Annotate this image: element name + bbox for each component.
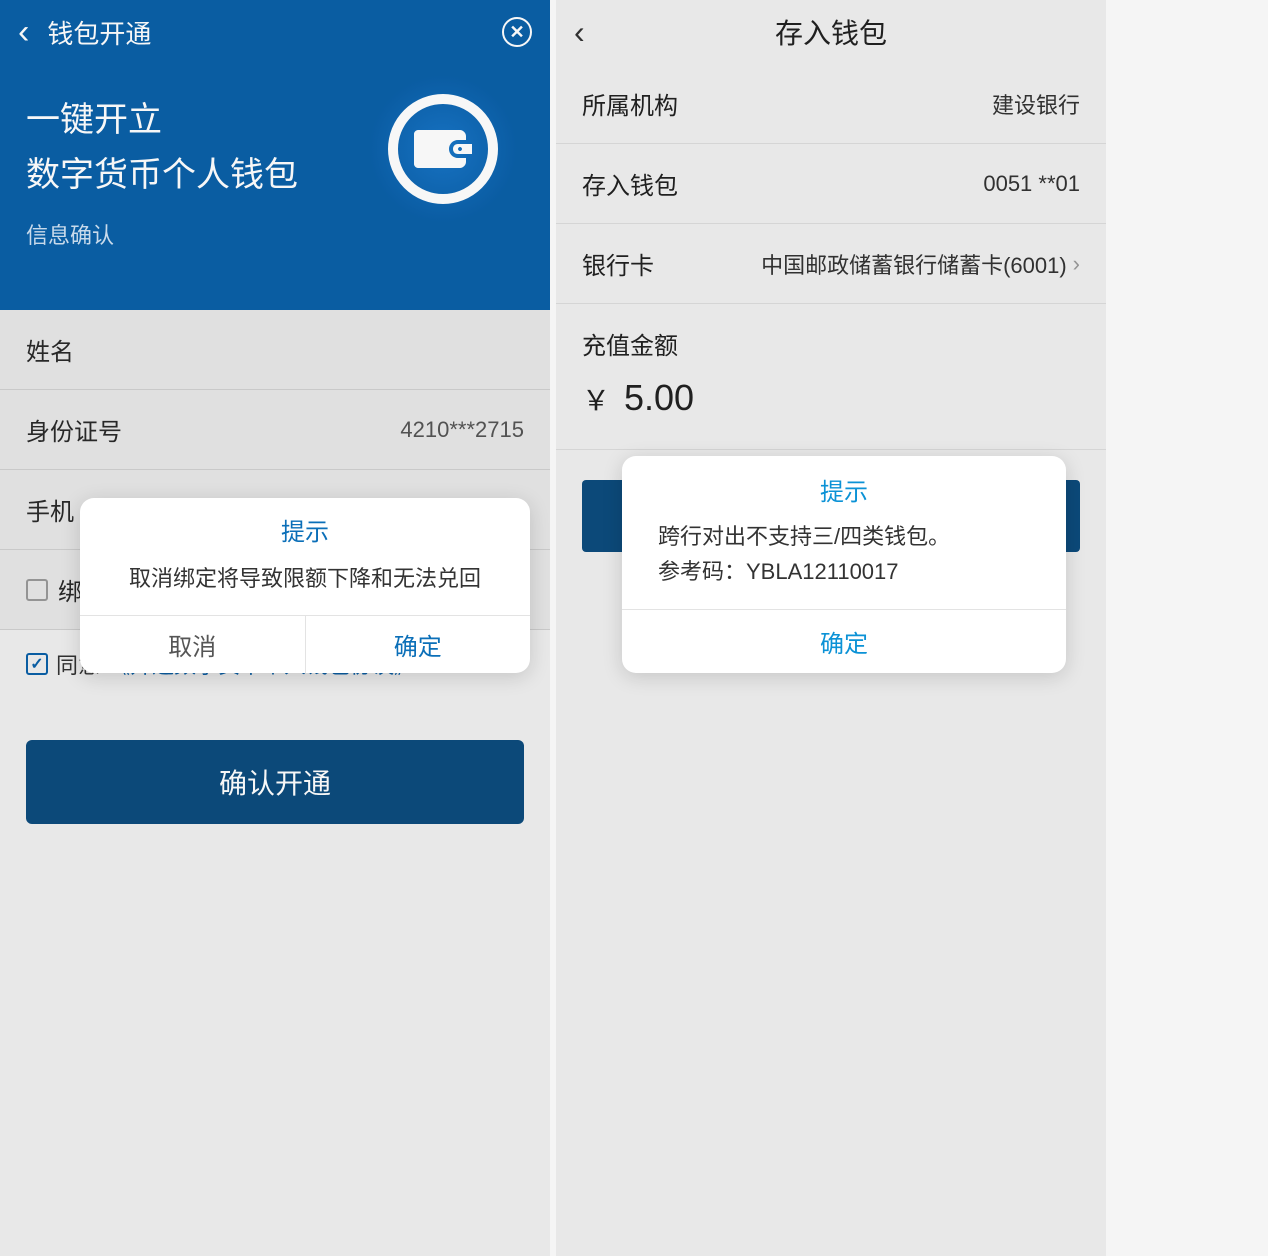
back-icon[interactable]: ‹ bbox=[18, 15, 29, 49]
right-list: 所属机构 建设银行 存入钱包 0051 **01 银行卡 中国邮政储蓄银行储蓄卡… bbox=[556, 64, 1106, 304]
chevron-right-icon: › bbox=[1073, 251, 1080, 277]
right-title: 存入钱包 bbox=[775, 12, 887, 52]
org-label: 所属机构 bbox=[582, 86, 678, 121]
cancel-button-label: 取消 bbox=[168, 627, 216, 662]
bind-card-label-partial: 绑 bbox=[58, 572, 82, 607]
dialog-body: 跨行对出不支持三/四类钱包。 参考码：YBLA12110017 bbox=[622, 515, 1066, 609]
phone-label: 手机 bbox=[26, 492, 74, 527]
back-icon[interactable]: ‹ bbox=[574, 14, 585, 51]
row-bank-card[interactable]: 银行卡 中国邮政储蓄银行储蓄卡(6001) › bbox=[556, 224, 1106, 304]
close-icon[interactable]: ✕ bbox=[502, 17, 532, 47]
id-value: 4210***2715 bbox=[400, 417, 524, 443]
left-dialog: 提示 取消绑定将导致限额下降和无法兑回 取消 确定 bbox=[80, 498, 530, 673]
bank-label: 银行卡 bbox=[582, 246, 654, 281]
hero-banner: 一键开立 数字货币个人钱包 信息确认 bbox=[0, 64, 550, 310]
wallet-icon bbox=[368, 74, 518, 224]
left-screen: ‹ 钱包开通 ✕ 一键开立 数字货币个人钱包 信息确认 姓名 身份证号 4210… bbox=[0, 0, 550, 1256]
id-label: 身份证号 bbox=[26, 412, 122, 447]
agree-checkbox[interactable]: ✓ bbox=[26, 653, 48, 675]
left-title: 钱包开通 bbox=[47, 14, 151, 51]
amount-input[interactable]: ￥ 5.00 bbox=[556, 367, 1106, 450]
bank-value: 中国邮政储蓄银行储蓄卡(6001) bbox=[761, 248, 1067, 280]
bind-card-checkbox[interactable] bbox=[26, 579, 48, 601]
confirm-button-label: 确认开通 bbox=[219, 768, 331, 799]
name-label: 姓名 bbox=[26, 332, 74, 367]
dialog-body-line2: 参考码：YBLA12110017 bbox=[658, 554, 1030, 589]
cancel-button[interactable]: 取消 bbox=[80, 616, 306, 673]
row-deposit-wallet[interactable]: 存入钱包 0051 **01 bbox=[556, 144, 1106, 224]
confirm-open-button[interactable]: 确认开通 bbox=[26, 740, 524, 824]
right-header: ‹ 存入钱包 bbox=[556, 0, 1106, 64]
ok-button-label: 确定 bbox=[394, 627, 442, 662]
ok-button[interactable]: 确定 bbox=[306, 616, 531, 673]
left-header: ‹ 钱包开通 ✕ bbox=[0, 0, 550, 64]
currency-symbol: ￥ bbox=[582, 379, 610, 419]
deposit-label: 存入钱包 bbox=[582, 166, 678, 201]
ok-button-label: 确定 bbox=[820, 631, 868, 658]
dialog-title: 提示 bbox=[622, 456, 1066, 515]
dialog-body-line1: 跨行对出不支持三/四类钱包。 bbox=[658, 519, 1030, 554]
dialog-body: 取消绑定将导致限额下降和无法兑回 bbox=[80, 553, 530, 615]
right-dialog: 提示 跨行对出不支持三/四类钱包。 参考码：YBLA12110017 确定 bbox=[622, 456, 1066, 673]
org-value: 建设银行 bbox=[992, 88, 1080, 120]
row-name[interactable]: 姓名 bbox=[0, 310, 550, 390]
amount-label: 充值金额 bbox=[556, 304, 1106, 367]
right-screen: ‹ 存入钱包 所属机构 建设银行 存入钱包 0051 **01 银行卡 中国邮政… bbox=[556, 0, 1106, 1256]
amount-value: 5.00 bbox=[624, 377, 694, 419]
row-org[interactable]: 所属机构 建设银行 bbox=[556, 64, 1106, 144]
dialog-title: 提示 bbox=[80, 498, 530, 553]
deposit-value: 0051 **01 bbox=[983, 171, 1080, 197]
row-id[interactable]: 身份证号 4210***2715 bbox=[0, 390, 550, 470]
ok-button[interactable]: 确定 bbox=[622, 609, 1066, 673]
